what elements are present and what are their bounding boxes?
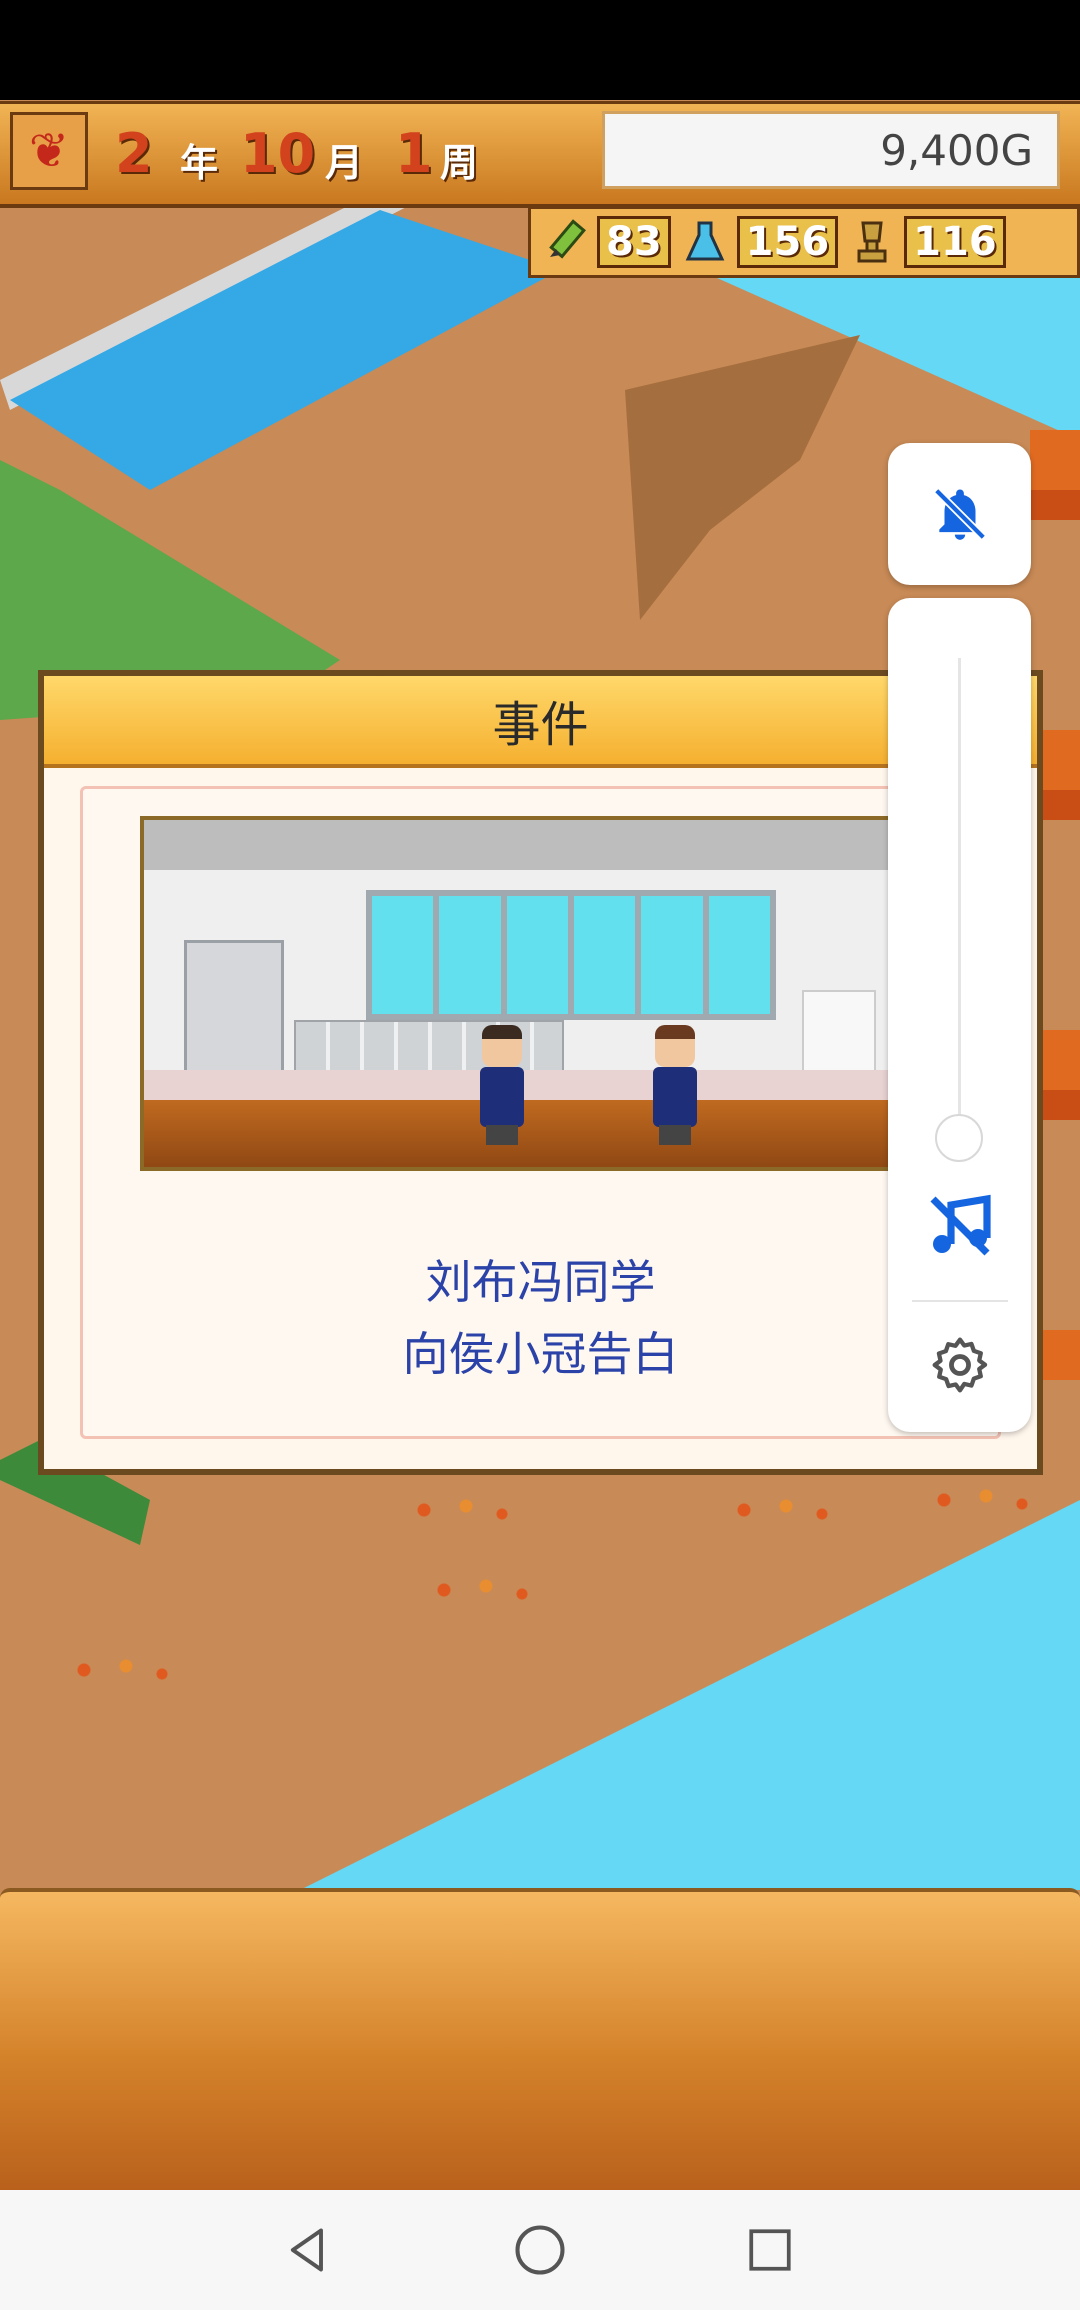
scene-ceiling <box>144 820 936 870</box>
flower-patch <box>400 1490 520 1530</box>
scene-baseboard <box>144 1070 936 1100</box>
maple-leaf-icon: ❦ <box>10 112 88 190</box>
month-unit: 月 <box>325 141 364 185</box>
event-scene-image <box>140 816 940 1171</box>
volume-slider-thumb[interactable] <box>935 1114 983 1162</box>
volume-panel <box>888 598 1031 1432</box>
system-nav-bar <box>0 2190 1080 2310</box>
bottom-menu-panel[interactable] <box>0 1888 1080 2194</box>
pencil-icon <box>537 214 593 270</box>
flower-patch <box>60 1650 180 1690</box>
gear-icon[interactable] <box>928 1333 992 1397</box>
bell-muted-icon <box>933 488 986 540</box>
student-girl-sprite <box>649 1025 701 1145</box>
scene-floor <box>144 1100 936 1167</box>
back-icon[interactable] <box>278 2220 338 2280</box>
year-unit: 年 <box>180 141 219 185</box>
money-display: 9,400G <box>602 111 1060 189</box>
week-value: 1 <box>395 122 433 185</box>
notification-mute-button[interactable] <box>888 443 1031 585</box>
money-value: 9,400G <box>880 125 1033 175</box>
flower-patch <box>920 1480 1040 1520</box>
flower-patch <box>720 1490 840 1530</box>
panel-divider <box>912 1300 1008 1302</box>
month-value: 10 <box>240 122 316 185</box>
home-icon[interactable] <box>510 2220 570 2280</box>
recents-icon[interactable] <box>740 2220 800 2280</box>
week-unit: 周 <box>440 141 479 185</box>
volume-slider-track[interactable] <box>958 658 961 1138</box>
flask-icon <box>677 214 733 270</box>
science-stat: 156 <box>736 216 839 268</box>
trophy-icon <box>844 214 900 270</box>
study-stat: 83 <box>597 216 671 268</box>
year-value: 2 <box>115 122 153 185</box>
status-bar <box>0 0 1080 100</box>
stats-bar: 83 156 116 <box>528 206 1080 278</box>
student-boy-sprite <box>476 1025 528 1145</box>
scene-windows <box>366 890 776 1020</box>
flower-patch <box>420 1570 540 1610</box>
sport-stat: 116 <box>904 216 1006 268</box>
music-muted-icon[interactable] <box>924 1190 996 1262</box>
